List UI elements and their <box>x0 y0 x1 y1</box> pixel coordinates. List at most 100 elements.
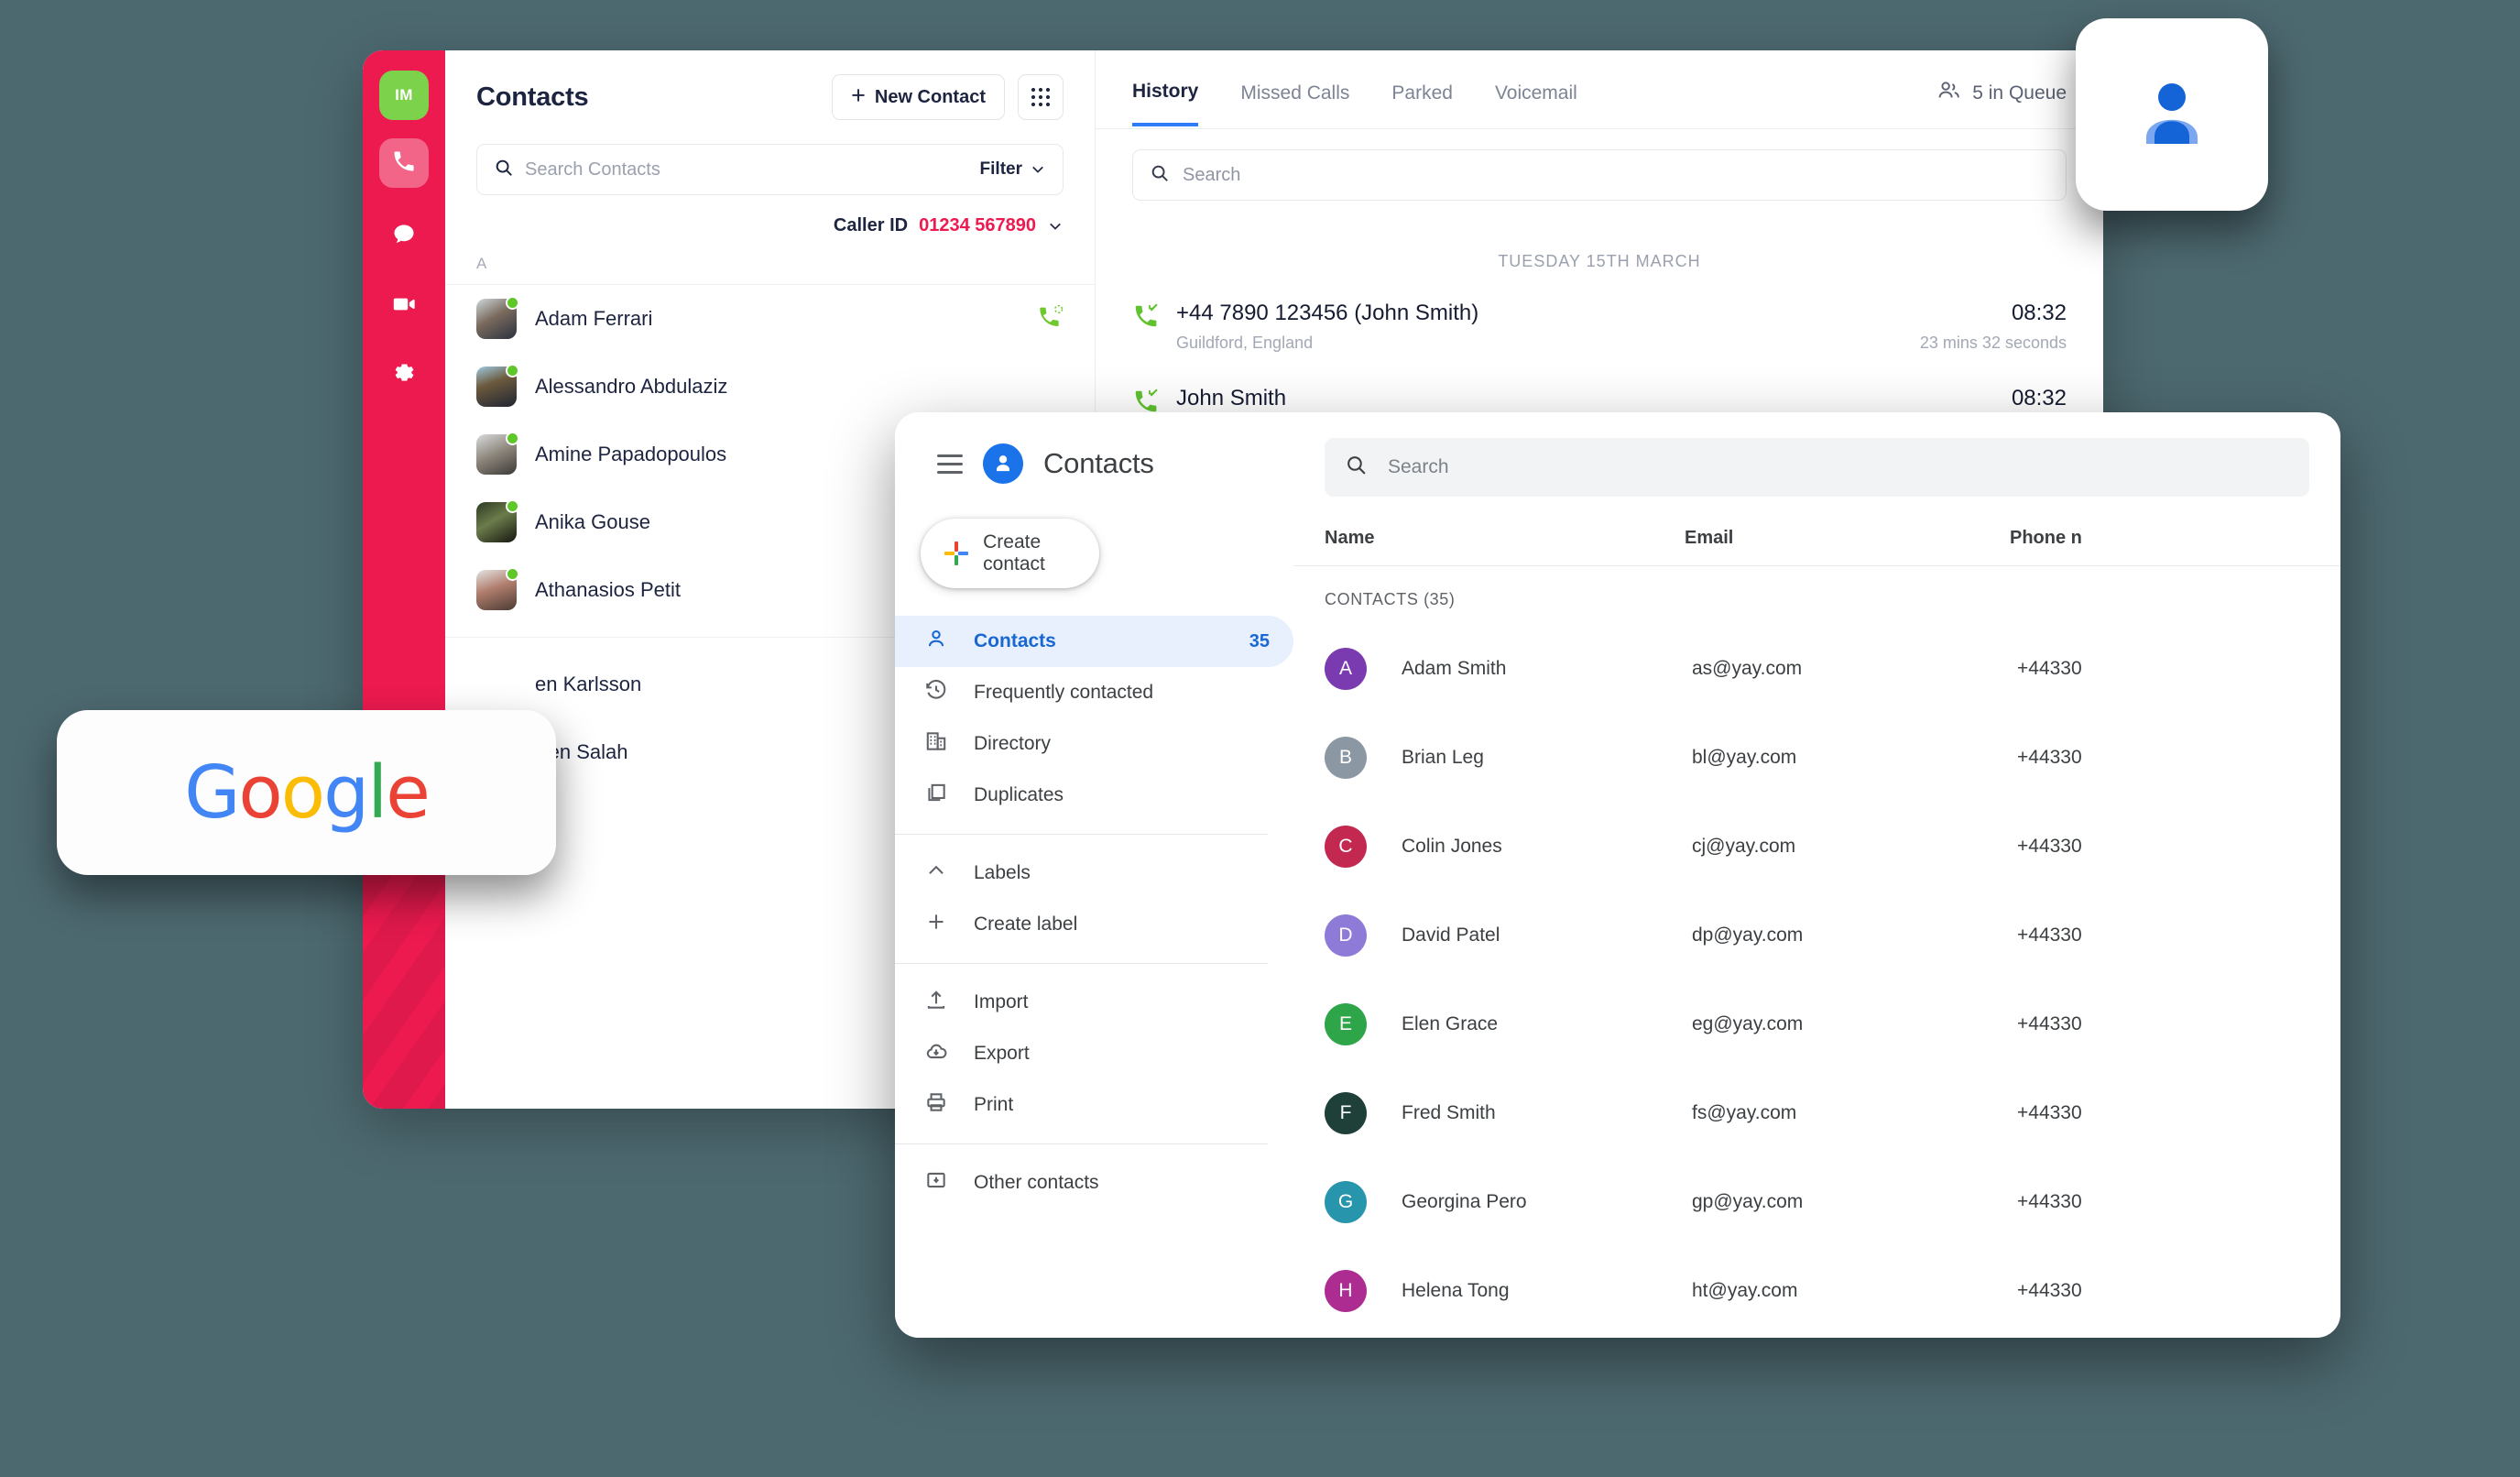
google-nav: Contacts 35 Frequently contacted Directo… <box>895 616 1293 1209</box>
table-row[interactable]: B Brian Leg bl@yay.com +44330 <box>1293 713 2340 802</box>
chat-bubble-icon <box>391 222 417 252</box>
table-row[interactable]: C Colin Jones cj@yay.com +44330 <box>1293 802 2340 891</box>
contact-phone: +44330 <box>2017 835 2082 857</box>
user-avatar-initials[interactable]: IM <box>379 71 429 120</box>
google-app-header: Contacts <box>895 436 1293 484</box>
rail-item-chat[interactable] <box>379 212 429 261</box>
rail-item-video[interactable] <box>379 281 429 331</box>
call-meta: 08:32 23 mins 32 seconds <box>1920 301 2067 353</box>
history-search-field[interactable]: Search <box>1132 149 2067 201</box>
contact-email: dp@yay.com <box>1692 924 1804 946</box>
contact-name: Alessandro Abdulaziz <box>535 375 728 398</box>
contact-name: Colin Jones <box>1402 835 1502 857</box>
inbox-icon <box>924 1168 948 1198</box>
sidebar-item-frequently-contacted[interactable]: Frequently contacted <box>895 667 1293 718</box>
avatar: E <box>1325 1002 1367 1045</box>
date-divider: TUESDAY 15TH MARCH <box>1498 252 1701 270</box>
printer-icon <box>924 1090 948 1120</box>
desktop-background: IM Contacts + New Contact Search Contact… <box>0 0 2520 1477</box>
tab-voicemail[interactable]: Voicemail <box>1495 82 1577 125</box>
sidebar-item-directory[interactable]: Directory <box>895 718 1293 770</box>
list-item[interactable]: Adam Ferrari <box>445 285 1095 353</box>
call-time: 08:32 <box>2011 386 2067 410</box>
new-contact-button[interactable]: + New Contact <box>832 74 1005 120</box>
sidebar-item-labels[interactable]: Labels <box>895 848 1293 899</box>
column-header-email: Email <box>1685 528 1734 548</box>
table-row[interactable]: H Helena Tong ht@yay.com +44330 <box>1293 1246 2340 1335</box>
copy-icon <box>924 781 948 810</box>
google-contacts-app-badge <box>2076 18 2268 211</box>
table-row[interactable]: D David Patel dp@yay.com +44330 <box>1293 891 2340 979</box>
google-wordmark: Google <box>184 750 431 835</box>
tab-parked[interactable]: Parked <box>1391 82 1453 125</box>
apps-grid-button[interactable] <box>1018 74 1064 120</box>
sidebar-item-label: Export <box>974 1043 1030 1064</box>
sidebar-divider <box>895 963 1268 964</box>
avatar <box>476 432 519 475</box>
queue-label: 5 in Queue <box>1972 82 2067 104</box>
contact-phone: +44330 <box>2017 1101 2082 1123</box>
plus-icon <box>924 910 948 939</box>
contact-name: Adam Ferrari <box>535 307 653 330</box>
contact-email: ht@yay.com <box>1692 1279 1798 1301</box>
contacts-table: Name Email Phone n CONTACTS (35) A Adam … <box>1293 528 2340 1338</box>
tab-history[interactable]: History <box>1132 81 1199 126</box>
google-search-field[interactable]: Search <box>1325 438 2309 497</box>
video-camera-icon <box>391 291 417 322</box>
sidebar-item-duplicates[interactable]: Duplicates <box>895 770 1293 821</box>
contact-name: Georgina Pero <box>1402 1190 1527 1212</box>
sidebar-item-create-label[interactable]: Create label <box>895 899 1293 950</box>
online-status-dot <box>506 296 519 310</box>
avatar-initial: B <box>1338 746 1352 768</box>
rail-item-settings[interactable] <box>379 351 429 400</box>
table-row[interactable]: F Fred Smith fs@yay.com +44330 <box>1293 1068 2340 1157</box>
tab-missed-calls[interactable]: Missed Calls <box>1240 82 1349 125</box>
caller-id-selector[interactable]: Caller ID 01234 567890 <box>445 195 1095 251</box>
contact-name: Adam Smith <box>1402 657 1507 679</box>
call-contact-button[interactable] <box>1036 303 1064 335</box>
call-title: John Smith <box>1176 386 1287 410</box>
create-contact-button[interactable]: Create contact <box>921 519 1099 588</box>
sidebar-item-label: Contacts <box>974 630 1056 651</box>
avatar-initial: D <box>1338 924 1353 946</box>
sidebar-item-import[interactable]: Import <box>895 977 1293 1028</box>
sidebar-item-label: Import <box>974 991 1029 1012</box>
contacts-search-field[interactable]: Search Contacts Filter <box>476 144 1064 195</box>
rail-item-phone[interactable] <box>379 138 429 188</box>
sidebar-item-print[interactable]: Print <box>895 1079 1293 1131</box>
chevron-down-icon <box>1032 166 1043 173</box>
history-tabs: History Missed Calls Parked Voicemail 5 … <box>1096 50 2103 129</box>
sidebar-item-contacts[interactable]: Contacts 35 <box>895 616 1293 667</box>
sidebar-item-other-contacts[interactable]: Other contacts <box>895 1157 1293 1209</box>
contacts-count: 35 <box>1249 630 1270 651</box>
contact-name: Fred Smith <box>1402 1101 1496 1123</box>
table-row[interactable]: A Adam Smith as@yay.com +44330 <box>1293 624 2340 713</box>
avatar <box>476 567 519 610</box>
menu-hamburger-icon[interactable] <box>937 454 963 474</box>
table-row[interactable]: G Georgina Pero gp@yay.com +44330 <box>1293 1157 2340 1246</box>
table-row[interactable]: E Elen Grace eg@yay.com +44330 <box>1293 979 2340 1068</box>
contact-phone: +44330 <box>2017 1012 2082 1034</box>
contacts-search-placeholder: Search Contacts <box>525 159 660 180</box>
avatar: H <box>1325 1269 1367 1312</box>
contact-email: gp@yay.com <box>1692 1190 1804 1212</box>
list-item[interactable]: Alessandro Abdulaziz <box>445 353 1095 421</box>
contact-phone: +44330 <box>2017 746 2082 768</box>
queue-indicator[interactable]: 5 in Queue <box>1936 78 2067 128</box>
google-logo-badge: Google <box>57 710 556 875</box>
online-status-dot <box>506 499 519 513</box>
avatar <box>476 296 519 339</box>
call-subtitle: Guildford, England <box>1176 334 1314 352</box>
people-group-icon <box>1936 78 1961 108</box>
contact-name: Elen Grace <box>1402 1012 1499 1034</box>
table-row[interactable]: I Ian Jones ij@yay.com +44330 <box>1293 1335 2340 1338</box>
sidebar-divider <box>895 1143 1268 1144</box>
sidebar-divider <box>895 834 1268 835</box>
phone-icon <box>391 148 417 179</box>
call-log-row[interactable]: +44 7890 123456 (John Smith) Guildford, … <box>1096 291 2103 377</box>
filter-dropdown[interactable]: Filter <box>980 159 1046 180</box>
contact-name: Helena Tong <box>1402 1279 1510 1301</box>
call-time: 08:32 <box>2011 301 2067 325</box>
avatar: F <box>1325 1091 1367 1134</box>
sidebar-item-export[interactable]: Export <box>895 1028 1293 1079</box>
